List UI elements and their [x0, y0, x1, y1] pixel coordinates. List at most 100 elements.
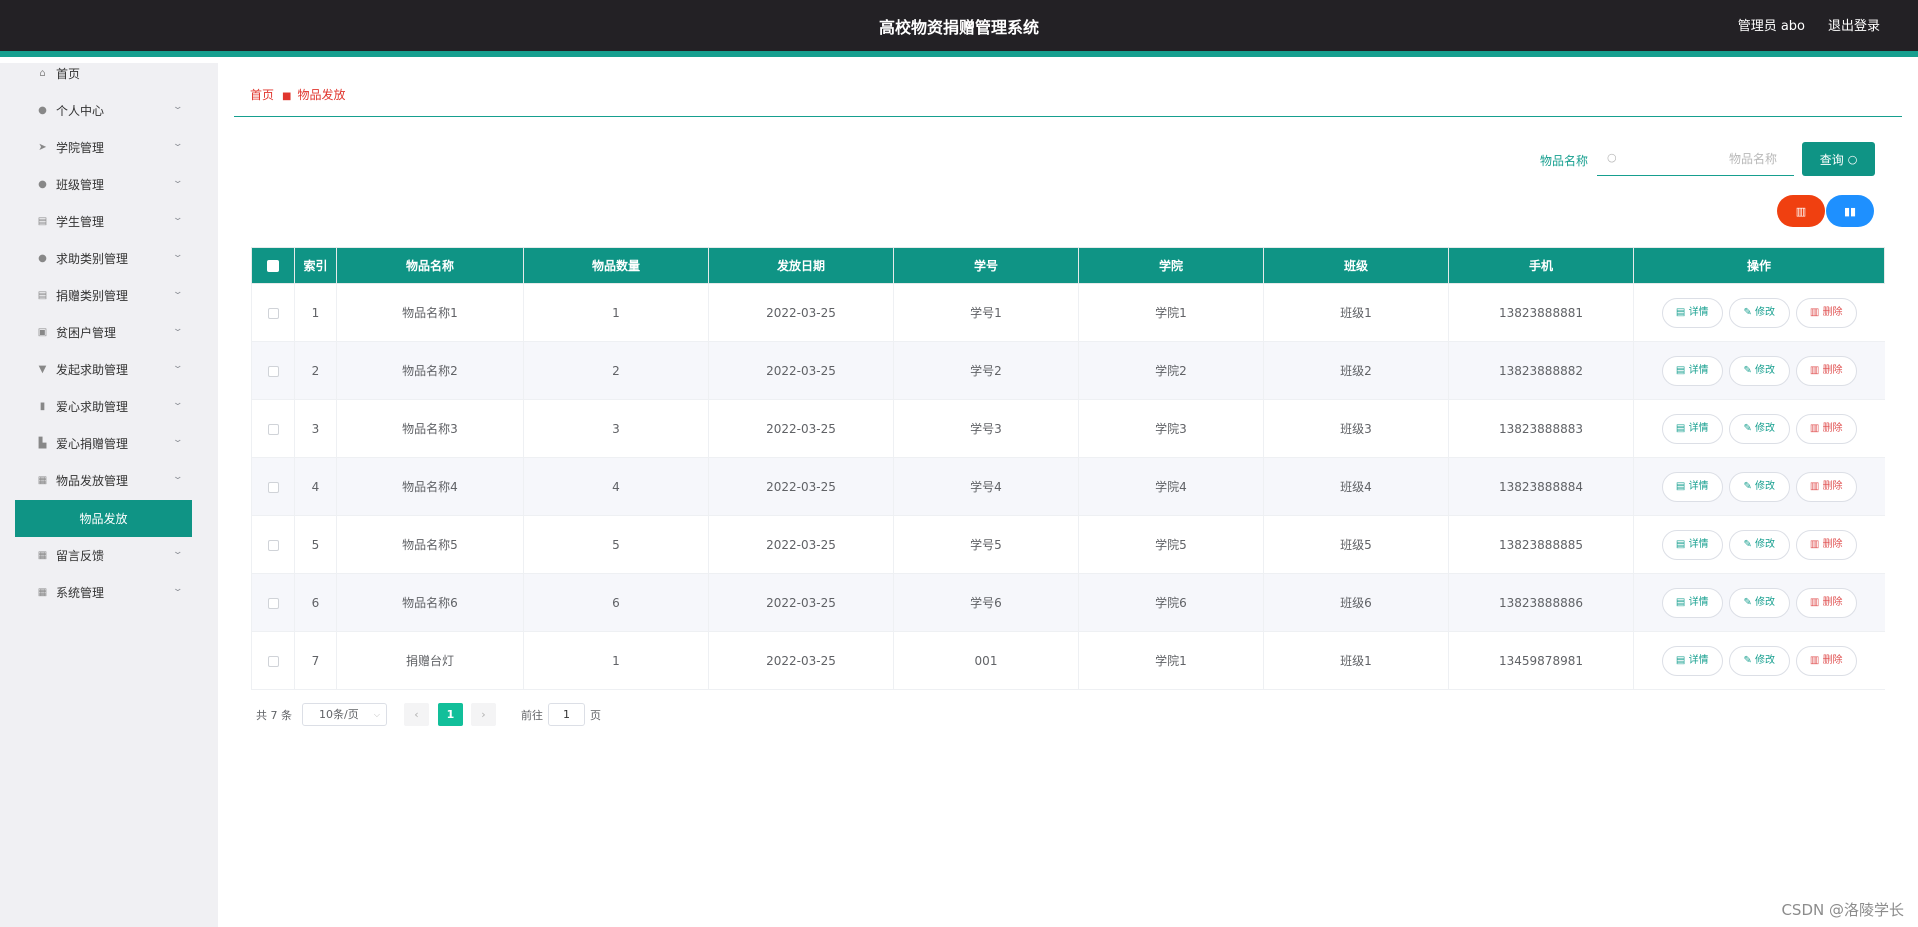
table-cell-phone: 13823888883: [1448, 399, 1634, 458]
select-all-header[interactable]: [251, 247, 295, 284]
breadcrumb-home[interactable]: 首页: [250, 88, 274, 102]
table-row[interactable]: 6 物品名称6 6 2022-03-25 学号6 学院6 班级6 13823888886 ▤ 详…: [251, 573, 1885, 632]
page-size-select[interactable]: 10条/页 ⌵: [302, 703, 387, 726]
sidebar-item[interactable]: ▦ 系统管理 ⌄: [15, 574, 192, 611]
detail-button[interactable]: ▤ 详情: [1661, 471, 1723, 502]
sidebar-item[interactable]: ▣ 贫困户管理 ⌄: [15, 314, 192, 351]
delete-button[interactable]: ▥ 删除: [1795, 297, 1857, 328]
search-input[interactable]: [1627, 143, 1777, 175]
edit-button-label: 修改: [1755, 538, 1776, 550]
table-cell-date: 2022-03-25: [708, 283, 894, 342]
detail-button[interactable]: ▤ 详情: [1661, 413, 1723, 444]
sidebar-item[interactable]: ▤ 学生管理 ⌄: [15, 203, 192, 240]
goto-page-input[interactable]: 1: [548, 703, 585, 726]
batch-delete-button[interactable]: ▥: [1777, 195, 1825, 227]
sidebar-item[interactable]: 物品发放: [15, 500, 192, 537]
prev-page-button[interactable]: ‹: [404, 703, 429, 726]
edit-button[interactable]: ✎ 修改: [1728, 355, 1790, 386]
table-cell-college: 学院2: [1078, 341, 1264, 400]
chevron-right-icon: ›: [481, 708, 486, 721]
row-checkbox[interactable]: [267, 365, 279, 377]
sidebar-item[interactable]: ▦ 物品发放管理 ⌄: [15, 462, 192, 499]
admin-username: 管理员 abo: [1737, 19, 1805, 34]
row-checkbox[interactable]: [267, 423, 279, 435]
sidebar-item[interactable]: ▤ 捐赠类别管理 ⌄: [15, 277, 192, 314]
sidebar-item[interactable]: ● 个人中心 ⌄: [15, 92, 192, 129]
trash-icon: ▥: [1809, 480, 1820, 492]
table-cell-student-no: 学号1: [893, 283, 1079, 342]
edit-button[interactable]: ✎ 修改: [1728, 297, 1790, 328]
select-all-checkbox[interactable]: [267, 260, 279, 272]
row-select-cell[interactable]: [251, 457, 295, 516]
table-row[interactable]: 4 物品名称4 4 2022-03-25 学号4 学院4 班级4 13823888884 ▤ 详…: [251, 457, 1885, 516]
chevron-down-icon: ⌵: [373, 710, 380, 719]
row-actions: ▤ 详情 ✎ 修改 ▥ 删除: [1633, 283, 1885, 342]
row-select-cell[interactable]: [251, 515, 295, 574]
table-row[interactable]: 5 物品名称5 5 2022-03-25 学号5 学院5 班级5 13823888885 ▤ 详…: [251, 515, 1885, 574]
delete-button[interactable]: ▥ 删除: [1795, 413, 1857, 444]
column-header: 学号: [893, 247, 1079, 284]
edit-button[interactable]: ✎ 修改: [1728, 529, 1790, 560]
sidebar-item[interactable]: ▮ 爱心求助管理 ⌄: [15, 388, 192, 425]
row-checkbox[interactable]: [267, 481, 279, 493]
table-row[interactable]: 7 捐赠台灯 1 2022-03-25 001 学院1 班级1 13459878981 ▤ 详情…: [251, 631, 1885, 690]
delete-button[interactable]: ▥ 删除: [1795, 587, 1857, 618]
sidebar-item[interactable]: ▼ 发起求助管理 ⌄: [15, 351, 192, 388]
detail-button-label: 详情: [1688, 306, 1709, 318]
sidebar-item[interactable]: ● 班级管理 ⌄: [15, 166, 192, 203]
detail-button-label: 详情: [1688, 654, 1709, 666]
edit-button[interactable]: ✎ 修改: [1728, 645, 1790, 676]
detail-button[interactable]: ▤ 详情: [1661, 355, 1723, 386]
row-select-cell[interactable]: [251, 399, 295, 458]
table-cell-qty: 1: [523, 631, 709, 690]
row-checkbox[interactable]: [267, 307, 279, 319]
table-row[interactable]: 1 物品名称1 1 2022-03-25 学号1 学院1 班级1 13823888881 ▤ 详…: [251, 283, 1885, 342]
row-select-cell[interactable]: [251, 341, 295, 400]
next-page-button[interactable]: ›: [471, 703, 496, 726]
sidebar-item[interactable]: ➤ 学院管理 ⌄: [15, 129, 192, 166]
detail-button-label: 详情: [1688, 364, 1709, 376]
edit-button[interactable]: ✎ 修改: [1728, 471, 1790, 502]
table-cell-phone: 13823888882: [1448, 341, 1634, 400]
apps-icon: ▦: [37, 587, 48, 598]
delete-button-label: 删除: [1822, 654, 1843, 666]
table-cell-index: 3: [294, 399, 337, 458]
table-cell-college: 学院3: [1078, 399, 1264, 458]
row-select-cell[interactable]: [251, 631, 295, 690]
table-row[interactable]: 2 物品名称2 2 2022-03-25 学号2 学院2 班级2 13823888882 ▤ 详…: [251, 341, 1885, 400]
detail-button[interactable]: ▤ 详情: [1661, 645, 1723, 676]
edit-button[interactable]: ✎ 修改: [1728, 587, 1790, 618]
chevron-down-icon: ⌄: [172, 287, 184, 297]
query-button[interactable]: 查询 ○: [1802, 142, 1875, 176]
row-checkbox[interactable]: [267, 539, 279, 551]
sidebar-item[interactable]: ▦ 留言反馈 ⌄: [15, 537, 192, 574]
delete-button[interactable]: ▥ 删除: [1795, 471, 1857, 502]
table-row[interactable]: 3 物品名称3 3 2022-03-25 学号3 学院3 班级3 13823888883 ▤ 详…: [251, 399, 1885, 458]
sidebar-item[interactable]: ⌂ 首页: [15, 55, 192, 92]
sidebar-item[interactable]: ● 求助类别管理 ⌄: [15, 240, 192, 277]
delete-button[interactable]: ▥ 删除: [1795, 645, 1857, 676]
row-checkbox[interactable]: [267, 597, 279, 609]
search-icon: ○: [1607, 151, 1617, 164]
table-cell-college: 学院1: [1078, 283, 1264, 342]
delete-button[interactable]: ▥ 删除: [1795, 355, 1857, 386]
edit-button[interactable]: ✎ 修改: [1728, 413, 1790, 444]
page-button-current[interactable]: 1: [438, 703, 463, 726]
detail-button[interactable]: ▤ 详情: [1661, 297, 1723, 328]
edit-icon: ✎: [1743, 654, 1752, 666]
table-cell-class: 班级5: [1263, 515, 1449, 574]
chevron-down-icon: ⌄: [172, 250, 184, 260]
detail-button[interactable]: ▤ 详情: [1661, 529, 1723, 560]
row-actions: ▤ 详情 ✎ 修改 ▥ 删除: [1633, 457, 1885, 516]
row-select-cell[interactable]: [251, 573, 295, 632]
table-cell-index: 4: [294, 457, 337, 516]
edit-button-label: 修改: [1755, 596, 1776, 608]
sidebar-item[interactable]: ▙ 爱心捐赠管理 ⌄: [15, 425, 192, 462]
row-checkbox[interactable]: [267, 655, 279, 667]
statistics-button[interactable]: ▮▮: [1826, 195, 1874, 227]
logout-link[interactable]: 退出登录: [1828, 15, 1880, 34]
grid-icon: ▦: [37, 550, 48, 561]
row-select-cell[interactable]: [251, 283, 295, 342]
delete-button[interactable]: ▥ 删除: [1795, 529, 1857, 560]
detail-button[interactable]: ▤ 详情: [1661, 587, 1723, 618]
